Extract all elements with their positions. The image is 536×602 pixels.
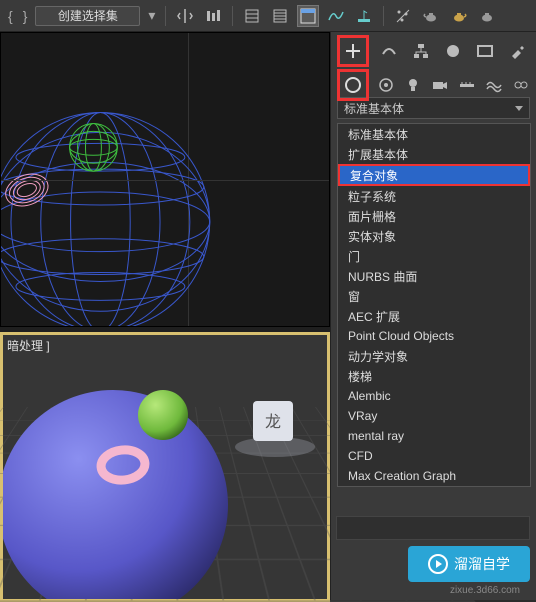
dropdown-arrow-icon [515, 106, 523, 111]
toggle-ribbon-icon[interactable] [297, 5, 319, 27]
dropdown-item[interactable]: 面片栅格 [338, 206, 530, 226]
command-panel: 标准基本体 标准基本体扩展基本体复合对象粒子系统面片栅格实体对象门NURBS 曲… [330, 32, 536, 600]
teapot1-icon[interactable] [420, 5, 442, 27]
dropdown-item[interactable]: 粒子系统 [338, 186, 530, 206]
curve-editor-icon[interactable] [325, 5, 347, 27]
dope-sheet-icon[interactable] [353, 5, 375, 27]
dropdown-item[interactable]: VRay [338, 406, 530, 426]
dropdown-item[interactable]: 楼梯 [338, 366, 530, 386]
dropdown-item[interactable]: Max Creation Graph [338, 466, 530, 486]
dropdown-item[interactable]: 实体对象 [338, 226, 530, 246]
top-toolbar: { } 创建选择集 ▾ [0, 0, 536, 32]
dropdown-item[interactable]: NURBS 曲面 [338, 266, 530, 286]
dropdown-item[interactable]: 标准基本体 [338, 124, 530, 144]
schematic-icon[interactable] [269, 5, 291, 27]
hierarchy-tab-icon[interactable] [409, 39, 433, 63]
subcategory-combo[interactable]: 标准基本体 [337, 97, 530, 119]
dropdown-item[interactable]: AEC 扩展 [338, 306, 530, 326]
combo-label: 标准基本体 [344, 100, 404, 117]
subcategory-dropdown: 标准基本体扩展基本体复合对象粒子系统面片栅格实体对象门NURBS 曲面窗AEC … [337, 123, 531, 487]
helpers-category-icon[interactable] [457, 73, 476, 97]
separator [232, 6, 233, 26]
watermark-sub: zixue.3d66.com [450, 585, 520, 596]
dropdown-item[interactable]: 门 [338, 246, 530, 266]
panel-tabs [331, 32, 536, 97]
dropdown-item[interactable]: 窗 [338, 286, 530, 306]
viewport-area: 暗处理 ] 龙 [0, 32, 330, 600]
separator [383, 6, 384, 26]
create-tab-icon[interactable] [341, 39, 365, 63]
dropdown-item[interactable]: mental ray [338, 426, 530, 446]
highlight-create-tab [337, 35, 369, 67]
lights-category-icon[interactable] [404, 73, 423, 97]
dropdown-item[interactable]: 动力学对象 [338, 346, 530, 366]
brace-left-icon: { [6, 8, 15, 24]
watermark-text: 溜溜自学 [454, 554, 510, 574]
spacewarps-category-icon[interactable] [484, 73, 503, 97]
geometry-category-icon[interactable] [341, 73, 365, 97]
viewport-top[interactable] [0, 32, 330, 327]
teapot2-icon[interactable] [448, 5, 470, 27]
motion-tab-icon[interactable] [441, 39, 465, 63]
panel-footer-bar [336, 516, 530, 540]
layers-icon[interactable] [241, 5, 263, 27]
utilities-tab-icon[interactable] [505, 39, 529, 63]
mirror-icon[interactable] [174, 5, 196, 27]
dropdown-item[interactable]: 扩展基本体 [338, 144, 530, 164]
watermark-badge: 溜溜自学 zixue.3d66.com [408, 546, 530, 582]
systems-category-icon[interactable] [511, 73, 530, 97]
svg-text:龙: 龙 [265, 413, 281, 431]
particle-view-icon[interactable] [392, 5, 414, 27]
dropdown-arrow-icon[interactable]: ▾ [146, 7, 157, 24]
cameras-category-icon[interactable] [431, 73, 450, 97]
separator [165, 6, 166, 26]
modify-tab-icon[interactable] [377, 39, 401, 63]
dropdown-item[interactable]: Alembic [338, 386, 530, 406]
dropdown-item[interactable]: CFD [338, 446, 530, 466]
brace-right-icon: } [21, 8, 30, 24]
align-icon[interactable] [202, 5, 224, 27]
dropdown-item[interactable]: Point Cloud Objects [338, 326, 530, 346]
shapes-category-icon[interactable] [377, 73, 396, 97]
display-tab-icon[interactable] [473, 39, 497, 63]
play-circle-icon [428, 554, 448, 574]
teapot3-icon[interactable] [476, 5, 498, 27]
shaded-scene: 龙 [3, 335, 327, 599]
wireframe-scene [1, 33, 329, 326]
highlight-geometry-cat [337, 69, 369, 101]
dropdown-item[interactable]: 复合对象 [338, 164, 530, 186]
selection-set-combo[interactable]: 创建选择集 [35, 6, 140, 26]
viewport-perspective[interactable]: 暗处理 ] 龙 [0, 332, 330, 602]
